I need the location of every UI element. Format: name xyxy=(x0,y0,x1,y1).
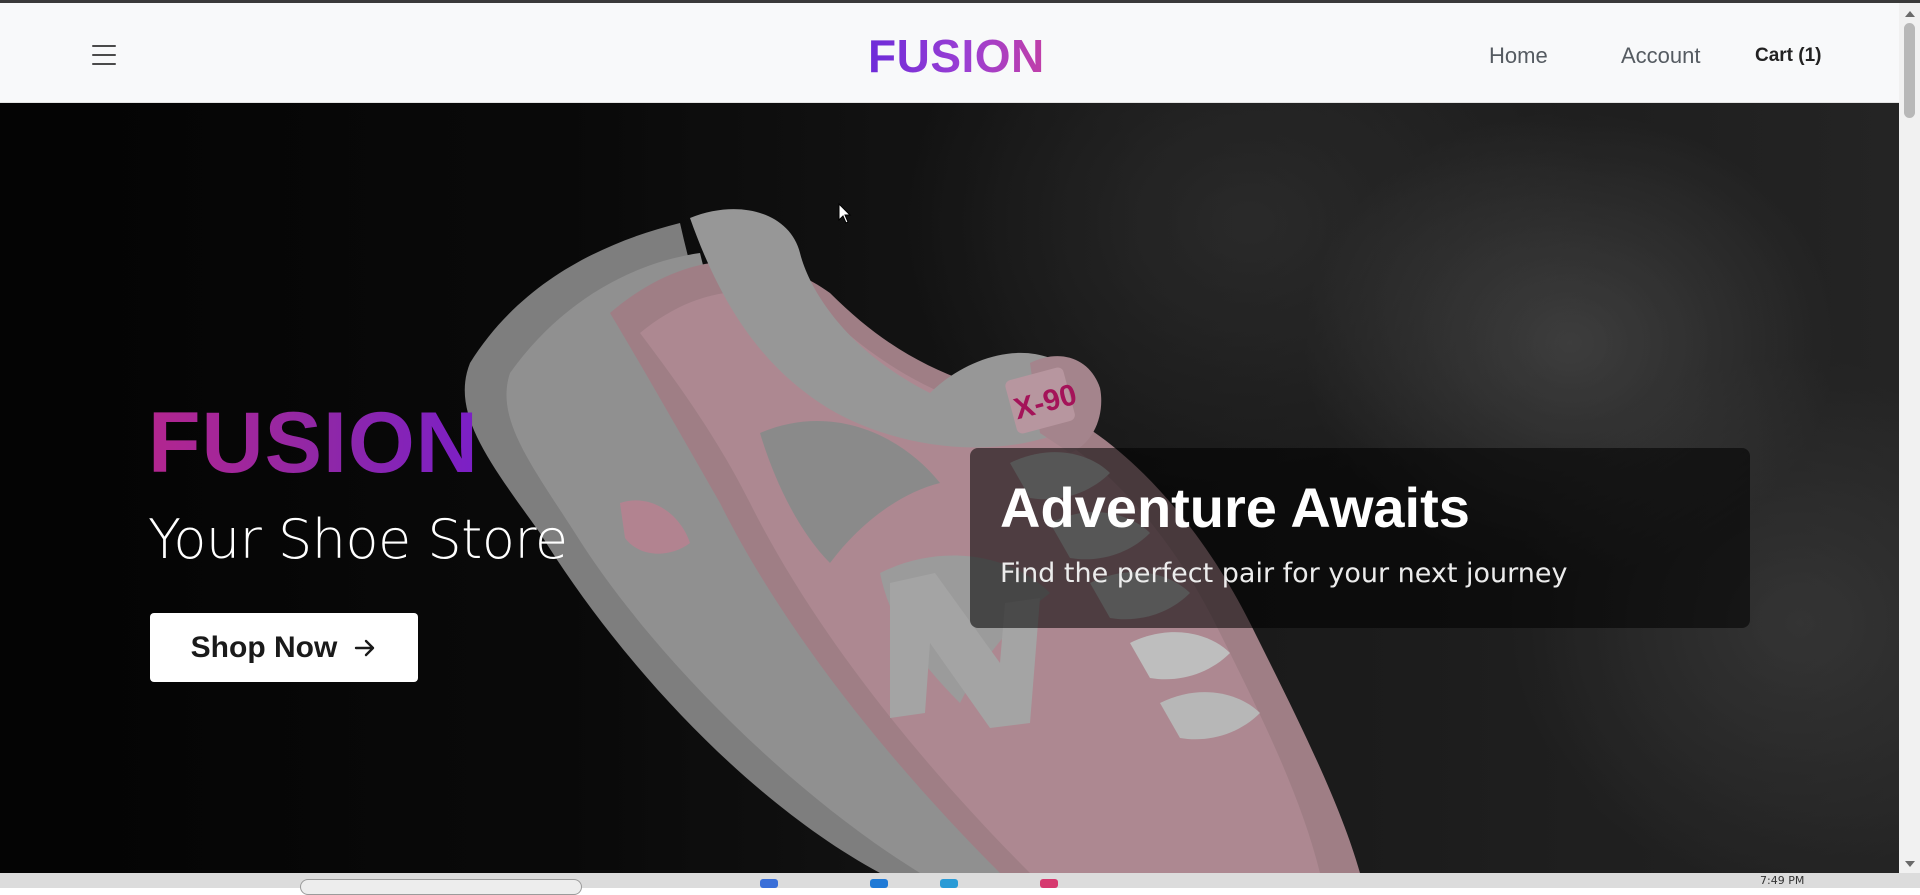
taskbar-app-icon[interactable] xyxy=(940,879,958,888)
scrollbar-thumb[interactable] xyxy=(1904,23,1915,118)
hero-brand-title: FUSION xyxy=(148,395,479,491)
promo-subtitle: Find the perfect pair for your next jour… xyxy=(1000,558,1568,589)
scroll-up-icon[interactable] xyxy=(1905,11,1915,17)
taskbar-app-icon[interactable] xyxy=(870,879,888,888)
taskbar-clock[interactable]: 7:49 PM xyxy=(1760,874,1804,888)
os-taskbar: 7:49 PM xyxy=(0,873,1920,895)
nav-link-home[interactable]: Home xyxy=(1489,41,1548,71)
hero-banner: X-90 FUSION Your Shoe Store Shop Now Adv… xyxy=(0,103,1899,873)
scroll-down-icon[interactable] xyxy=(1905,861,1915,867)
promo-title: Adventure Awaits xyxy=(1000,476,1470,539)
hero-tagline: Your Shoe Store xyxy=(148,508,568,571)
navbar-brand-logo[interactable]: FUSION xyxy=(868,28,1045,84)
hamburger-icon[interactable] xyxy=(92,45,116,65)
taskbar-app-icon[interactable] xyxy=(1040,879,1058,888)
arrow-right-icon xyxy=(355,639,375,656)
promo-card: Adventure Awaits Find the perfect pair f… xyxy=(970,448,1750,628)
mouse-cursor-icon xyxy=(838,203,852,224)
navbar: FUSION Home Account Cart (1) xyxy=(0,3,1899,103)
shop-now-button[interactable]: Shop Now xyxy=(150,613,418,682)
nav-link-account[interactable]: Account xyxy=(1621,41,1701,71)
nav-link-cart[interactable]: Cart (1) xyxy=(1755,41,1822,71)
shop-now-label: Shop Now xyxy=(190,630,338,664)
page-scrollbar[interactable] xyxy=(1899,3,1920,873)
taskbar-search-field[interactable] xyxy=(300,879,582,895)
taskbar-app-icon[interactable] xyxy=(760,879,778,888)
